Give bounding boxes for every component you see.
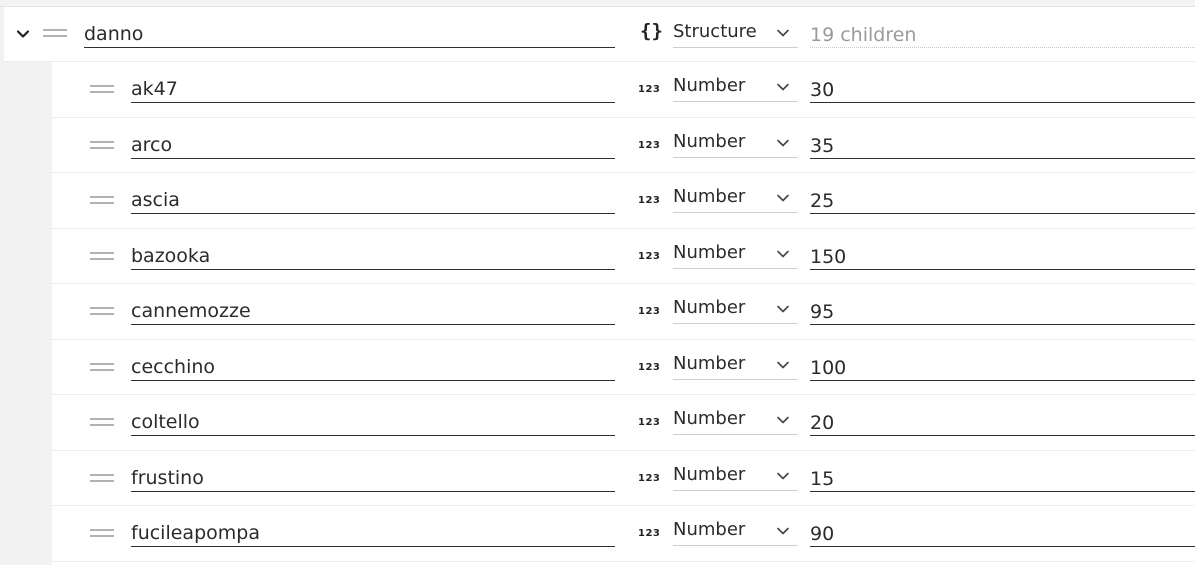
type-select-label: Number: [673, 463, 746, 485]
field-name-input[interactable]: ascia: [131, 186, 615, 214]
chevron-down-icon: [777, 361, 789, 368]
drag-handle-icon[interactable]: [90, 307, 114, 315]
child-field-row: cecchino 123 Number 100: [52, 340, 1195, 395]
type-select[interactable]: Structure: [673, 20, 798, 48]
child-field-row: coltello 123 Number 20: [52, 395, 1195, 451]
number-type-icon: 123: [638, 417, 661, 428]
type-select[interactable]: Number: [673, 463, 798, 491]
value-input[interactable]: 35: [810, 131, 1195, 159]
type-select-label: Number: [673, 186, 746, 207]
type-select[interactable]: Number: [673, 185, 798, 213]
value-input[interactable]: 150: [810, 242, 1195, 270]
drag-handle-icon[interactable]: [90, 529, 114, 537]
type-select-label: Number: [673, 352, 746, 374]
child-field-row: cannemozze 123 Number 95: [52, 284, 1195, 340]
parent-field-row: danno {} Structure 19 children: [4, 7, 1195, 62]
drag-handle-icon[interactable]: [90, 196, 114, 204]
child-field-row: arco 123 Number 35: [52, 118, 1195, 173]
value-input[interactable]: 30: [810, 75, 1195, 103]
drag-handle-icon[interactable]: [90, 140, 114, 149]
field-name-input[interactable]: frustino: [131, 464, 615, 492]
drag-handle-icon[interactable]: [90, 473, 114, 482]
number-type-icon: 123: [638, 250, 661, 262]
value-input[interactable]: 15: [810, 464, 1195, 492]
chevron-down-icon: [777, 305, 789, 313]
child-field-row: frustino 123 Number 15: [52, 451, 1195, 506]
number-type-icon: 123: [638, 306, 661, 317]
type-select-label: Structure: [673, 21, 757, 42]
chevron-down-icon: [777, 527, 789, 535]
drag-handle-icon[interactable]: [90, 251, 114, 260]
number-type-icon: 123: [638, 195, 661, 206]
value-input[interactable]: 95: [810, 297, 1195, 325]
children-list: ak47 123 Number 30 arco 123 Number 35 as…: [52, 62, 1195, 565]
value-input[interactable]: 25: [810, 186, 1195, 214]
chevron-down-icon: [777, 416, 789, 424]
field-name-input[interactable]: bazooka: [131, 242, 615, 270]
children-count: 19 children: [810, 20, 1195, 48]
chevron-down-icon: [777, 250, 789, 257]
child-field-row: ak47 123 Number 30: [52, 62, 1195, 118]
type-select-label: Number: [673, 75, 746, 96]
type-select-label: Number: [673, 130, 746, 152]
value-input[interactable]: 100: [810, 353, 1195, 381]
chevron-down-icon: [777, 83, 789, 91]
field-name-input[interactable]: arco: [131, 131, 615, 159]
field-name-input[interactable]: cecchino: [131, 353, 615, 381]
field-name-input[interactable]: danno: [84, 20, 615, 48]
child-field-row: bazooka 123 Number 150: [52, 229, 1195, 284]
value-input[interactable]: 90: [810, 519, 1195, 547]
chevron-down-icon[interactable]: [16, 26, 30, 40]
braces-icon: {}: [640, 20, 663, 42]
type-select[interactable]: Number: [673, 407, 798, 435]
type-select[interactable]: Number: [673, 130, 798, 158]
type-select-label: Number: [673, 297, 746, 318]
type-select-label: Number: [673, 408, 746, 429]
chevron-down-icon: [777, 472, 789, 479]
type-select[interactable]: Number: [673, 241, 798, 269]
type-select-label: Number: [673, 519, 746, 540]
drag-handle-icon[interactable]: [90, 85, 114, 93]
chevron-down-icon: [777, 194, 789, 202]
value-input[interactable]: 20: [810, 408, 1195, 436]
structure-editor: danno {} Structure 19 children ak47 123 …: [0, 0, 1195, 565]
type-select[interactable]: Number: [673, 296, 798, 324]
number-type-icon: 123: [638, 84, 661, 95]
chevron-down-icon: [777, 29, 789, 37]
field-name-input[interactable]: coltello: [131, 408, 615, 436]
type-select[interactable]: Number: [673, 352, 798, 380]
child-field-row: ascia 123 Number 25: [52, 173, 1195, 229]
type-select-label: Number: [673, 241, 746, 263]
field-name-input[interactable]: fucileapompa: [131, 519, 615, 547]
type-select[interactable]: Number: [673, 518, 798, 546]
previous-row-edge: [0, 0, 1195, 7]
drag-handle-icon[interactable]: [90, 362, 114, 371]
number-type-icon: 123: [638, 139, 661, 151]
field-name-input[interactable]: cannemozze: [131, 297, 615, 325]
chevron-down-icon: [777, 139, 789, 146]
number-type-icon: 123: [638, 472, 661, 484]
number-type-icon: 123: [638, 528, 661, 539]
drag-handle-icon[interactable]: [90, 418, 114, 426]
child-field-row: fucileapompa 123 Number 90: [52, 506, 1195, 562]
field-name-input[interactable]: ak47: [131, 75, 615, 103]
number-type-icon: 123: [638, 361, 661, 373]
type-select[interactable]: Number: [673, 74, 798, 102]
drag-handle-icon[interactable]: [43, 29, 67, 37]
